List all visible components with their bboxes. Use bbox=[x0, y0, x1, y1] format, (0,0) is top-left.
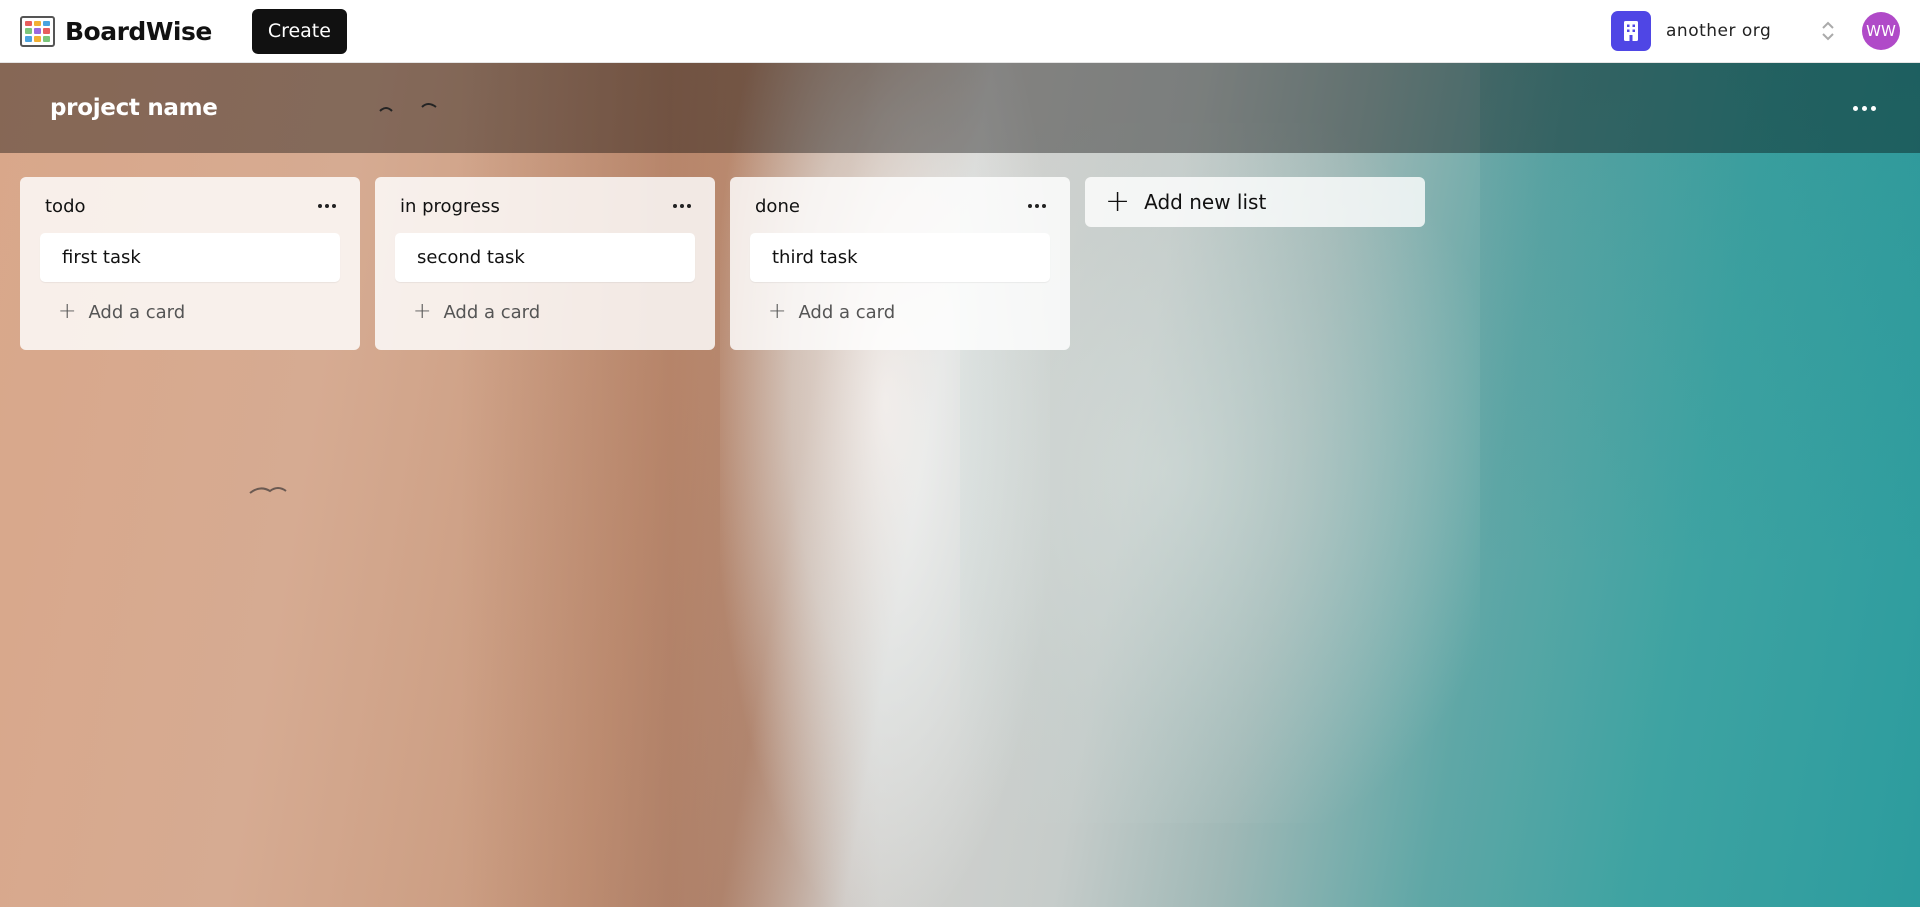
more-horizontal-icon[interactable] bbox=[1853, 98, 1876, 118]
add-card-label: Add a card bbox=[798, 301, 896, 323]
card[interactable]: first task bbox=[40, 233, 340, 282]
board-header: project name bbox=[0, 63, 1920, 153]
list-done[interactable]: done third task + Add a card bbox=[730, 177, 1070, 350]
top-navbar: BoardWise Create another org WW bbox=[0, 0, 1920, 63]
boardwise-logo-icon bbox=[20, 15, 55, 47]
plus-icon: + bbox=[1105, 184, 1131, 219]
board-canvas: project name todo first task + Add a car… bbox=[0, 63, 1920, 907]
list-header: todo bbox=[40, 191, 340, 221]
bird-decoration bbox=[249, 487, 287, 494]
list-header: in progress bbox=[395, 191, 695, 221]
list-todo[interactable]: todo first task + Add a card bbox=[20, 177, 360, 350]
building-icon bbox=[1611, 11, 1651, 51]
chevron-up-down-icon[interactable] bbox=[1818, 17, 1838, 45]
add-card-label: Add a card bbox=[443, 301, 541, 323]
board-title[interactable]: project name bbox=[50, 95, 218, 121]
add-card-button[interactable]: + Add a card bbox=[395, 292, 695, 332]
more-horizontal-icon[interactable] bbox=[669, 200, 695, 212]
list-in-progress[interactable]: in progress second task + Add a card bbox=[375, 177, 715, 350]
add-list-label: Add new list bbox=[1144, 190, 1267, 214]
add-card-button[interactable]: + Add a card bbox=[40, 292, 340, 332]
add-card-button[interactable]: + Add a card bbox=[750, 292, 1050, 332]
add-card-label: Add a card bbox=[88, 301, 186, 323]
logo[interactable]: BoardWise bbox=[20, 15, 212, 47]
plus-icon: + bbox=[768, 299, 787, 324]
list-title[interactable]: done bbox=[750, 196, 800, 217]
app-name: BoardWise bbox=[65, 16, 212, 46]
plus-icon: + bbox=[58, 299, 77, 324]
list-title[interactable]: todo bbox=[40, 196, 86, 217]
add-list-button[interactable]: + Add new list bbox=[1085, 177, 1425, 227]
more-horizontal-icon[interactable] bbox=[1024, 200, 1050, 212]
card[interactable]: third task bbox=[750, 233, 1050, 282]
card[interactable]: second task bbox=[395, 233, 695, 282]
lists-container: todo first task + Add a card in progress… bbox=[20, 177, 1425, 350]
list-title[interactable]: in progress bbox=[395, 196, 500, 217]
org-switcher[interactable]: another org WW bbox=[1611, 11, 1900, 51]
org-name: another org bbox=[1666, 21, 1772, 41]
create-button[interactable]: Create bbox=[251, 8, 347, 54]
more-horizontal-icon[interactable] bbox=[314, 200, 340, 212]
plus-icon: + bbox=[413, 299, 432, 324]
list-header: done bbox=[750, 191, 1050, 221]
avatar[interactable]: WW bbox=[1862, 12, 1900, 50]
